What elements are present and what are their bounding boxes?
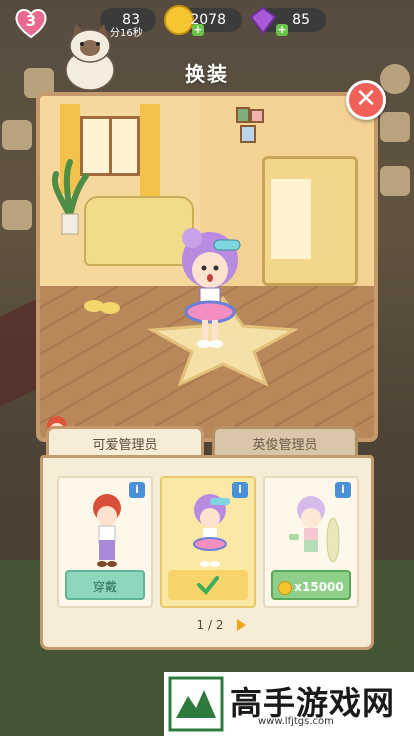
check-icon (197, 576, 219, 596)
price-label: x15000 (294, 580, 344, 594)
close-x-icon: ✕ (355, 84, 377, 114)
coin-pill[interactable]: + 2078 (164, 5, 242, 36)
outfit-purple-hair-icon (193, 494, 230, 567)
slippers-icon (84, 300, 120, 314)
outfit-surfer-icon (289, 496, 340, 563)
side-icon-right-2[interactable] (380, 166, 410, 196)
outfit-red-hair-icon (93, 494, 121, 567)
side-icon-right-1[interactable] (380, 112, 410, 142)
level-number: 3 (25, 12, 37, 30)
manager-character-preview (182, 228, 241, 348)
outfit-panel: i 穿戴 i i x15000 1 / 2 (40, 455, 374, 650)
curtain-right (140, 104, 160, 204)
gem-icon (249, 6, 277, 35)
outfit-card-2[interactable]: i (160, 476, 256, 608)
gem-value: 85 (292, 12, 310, 28)
close-button[interactable]: ✕ (346, 80, 386, 120)
room-preview (36, 92, 378, 442)
outfit-card-3[interactable]: i x15000 (263, 476, 359, 608)
coin-value: 2078 (190, 12, 226, 28)
wear-button[interactable]: 穿戴 (65, 570, 145, 600)
outfit-card-1[interactable]: i 穿戴 (57, 476, 153, 608)
watermark-url: www.lfjtgs.com (258, 716, 334, 727)
wardrobe (262, 156, 358, 286)
next-page-arrow-icon[interactable] (237, 619, 246, 631)
gem-pill[interactable]: + 85 (249, 6, 326, 36)
add-gems-icon[interactable]: + (276, 24, 288, 36)
coin-icon (278, 580, 293, 595)
modal-title: 换装 (185, 62, 229, 86)
watermark-logo-icon (168, 676, 224, 732)
page-indicator: 1 / 2 (196, 618, 224, 632)
buy-button[interactable]: x15000 (271, 570, 351, 600)
side-icon-left-3[interactable] (2, 200, 32, 230)
wardrobe-hanging-clothes (271, 179, 311, 259)
side-icon-left-2[interactable] (2, 120, 32, 150)
equipped-indicator (168, 570, 248, 600)
picture-frames-icon (236, 107, 264, 143)
site-watermark: 高手游戏网 www.lfjtgs.com (164, 672, 414, 736)
